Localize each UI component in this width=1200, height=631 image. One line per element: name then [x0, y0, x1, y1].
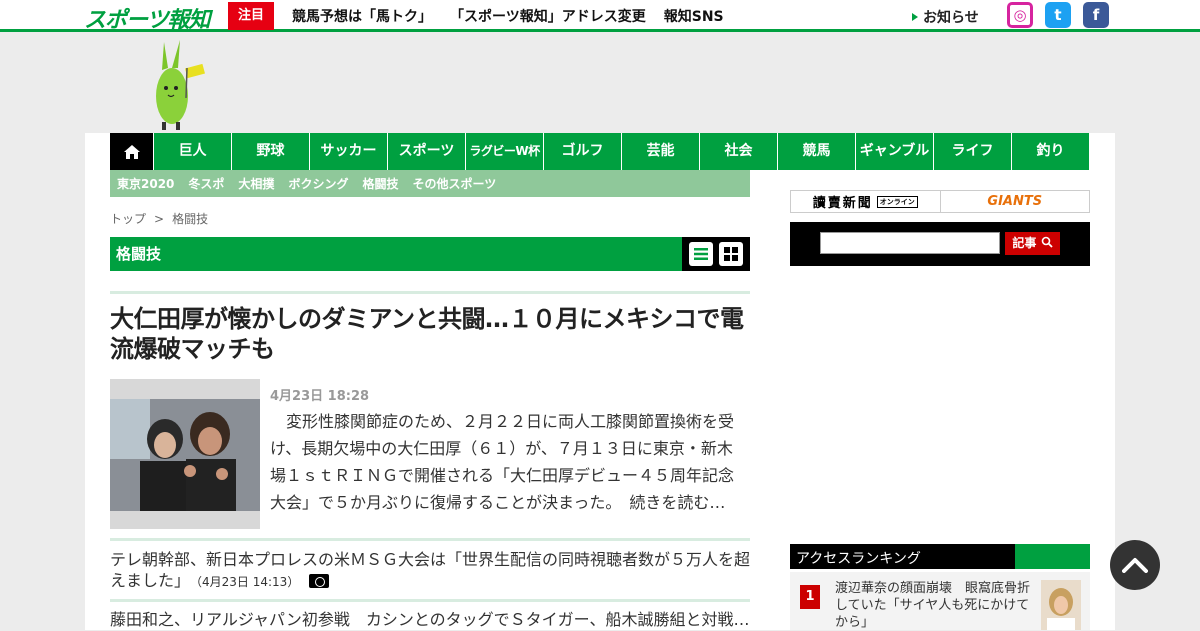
nav-item-entertainment[interactable]: 芸能 — [621, 133, 699, 170]
lead-article-summary: 変形性膝関節症のため、２月２２日に両人工膝関節置換術を受け、長期欠場中の大仁田厚… — [270, 408, 744, 516]
ranking-title: アクセスランキング — [796, 551, 921, 567]
divider — [110, 291, 750, 294]
nav-item-life[interactable]: ライフ — [933, 133, 1011, 170]
top-bar: スポーツ報知 注目 競馬予想は「馬トク」 「スポーツ報知」アドレス変更 報知SN… — [0, 0, 1200, 34]
home-icon — [123, 144, 140, 159]
divider — [110, 538, 750, 541]
nav-home[interactable] — [110, 133, 153, 170]
lead-article-date: 4月23日 18:28 — [270, 389, 370, 404]
category-title: 格闘技 — [116, 245, 162, 263]
nav-item-gamble[interactable]: ギャンブル — [855, 133, 933, 170]
top-links: 競馬予想は「馬トク」 「スポーツ報知」アドレス変更 報知SNS — [292, 6, 724, 26]
site-logo[interactable]: スポーツ報知 — [84, 2, 211, 34]
top-link-umatoku[interactable]: 競馬予想は「馬トク」 — [292, 6, 432, 26]
top-link-sns[interactable]: 報知SNS — [664, 6, 724, 26]
sub-nav-boxing[interactable]: ボクシング — [288, 175, 348, 192]
scroll-to-top-button[interactable] — [1110, 540, 1160, 590]
sub-nav-winter[interactable]: 冬スポ — [188, 175, 224, 192]
nav-item-horse-racing[interactable]: 競馬 — [777, 133, 855, 170]
nav-item-rugby[interactable]: ラグビーW杯 — [465, 133, 543, 170]
article-title[interactable]: 藤田和之、リアルジャパン初参戦 カシンとのタッグでＳタイガー、船木誠勝組と対戦… — [110, 610, 750, 629]
sub-nav-martial-arts[interactable]: 格闘技 — [362, 175, 398, 192]
article-time: （4月23日 14:13） — [196, 575, 300, 589]
triangle-right-icon — [912, 13, 918, 21]
grid-icon — [724, 247, 739, 261]
sub-nav-tokyo2020[interactable]: 東京2020 — [117, 175, 174, 192]
mascot-illustration — [156, 40, 205, 130]
online-tag: オンライン — [876, 195, 918, 208]
grid-view-button[interactable] — [719, 242, 744, 266]
nav-item-sports[interactable]: スポーツ — [387, 133, 465, 170]
ranking-item-thumbnail[interactable] — [1041, 580, 1081, 630]
list-view-button[interactable] — [688, 242, 713, 266]
sub-nav-sumo[interactable]: 大相撲 — [238, 175, 274, 192]
giants-link[interactable]: GIANTS — [941, 191, 1090, 212]
breadcrumb-home[interactable]: トップ — [110, 212, 146, 226]
yomiuri-online-link[interactable]: 讀賣新聞 オンライン — [791, 191, 941, 212]
yomiuri-label: 讀賣新聞 — [812, 196, 873, 211]
ranking-tab[interactable] — [1015, 544, 1090, 569]
main-nav: 巨人 野球 サッカー スポーツ ラグビーW杯 ゴルフ 芸能 社会 競馬 ギャンブ… — [110, 133, 1089, 170]
ranking-header: アクセスランキング — [790, 544, 1090, 569]
category-header: 格闘技 — [110, 237, 750, 271]
facebook-icon[interactable]: f — [1083, 2, 1109, 28]
sub-nav: 東京2020 冬スポ 大相撲 ボクシング 格闘技 その他スポーツ — [110, 170, 750, 197]
search-button-label: 記事 — [1012, 236, 1037, 250]
partner-banner: 讀賣新聞 オンライン GIANTS — [790, 190, 1090, 213]
thumbnail-image — [1041, 580, 1081, 630]
lead-article-title[interactable]: 大仁田厚が懐かしのダミアンと共闘…１０月にメキシコで電流爆破マッチも — [110, 304, 750, 364]
sub-nav-other[interactable]: その他スポーツ — [412, 175, 496, 192]
divider — [110, 599, 750, 602]
nav-item-fishing[interactable]: 釣り — [1011, 133, 1089, 170]
instagram-icon[interactable]: ◎ — [1007, 2, 1033, 28]
featured-badge: 注目 — [228, 2, 274, 30]
top-link-address-change[interactable]: 「スポーツ報知」アドレス変更 — [450, 6, 646, 26]
rank-number: 1 — [800, 585, 820, 609]
search-input[interactable] — [820, 232, 1000, 254]
nav-item-soccer[interactable]: サッカー — [309, 133, 387, 170]
read-more-link[interactable]: 続きを読む… — [629, 493, 725, 512]
notice-label: お知らせ — [923, 10, 979, 26]
ranking-item[interactable]: 1 渡辺華奈の顔面崩壊 眼窩底骨折していた「サイヤ人も死にかけてから」 — [790, 572, 1090, 630]
article-item[interactable]: 藤田和之、リアルジャパン初参戦 カシンとのタッグでＳタイガー、船木誠勝組と対戦… — [110, 609, 750, 630]
breadcrumb-separator: > — [154, 212, 165, 226]
notice-link[interactable]: お知らせ — [912, 7, 979, 27]
search-box: 記事 — [790, 222, 1090, 266]
article-item[interactable]: テレ朝幹部、新日本プロレスの米ＭＳＧ大会は「世界生配信の同時視聴者数が５万人を超… — [110, 549, 750, 593]
nav-item-society[interactable]: 社会 — [699, 133, 777, 170]
nav-item-baseball[interactable]: 野球 — [231, 133, 309, 170]
camera-icon — [309, 574, 330, 588]
nav-item-giants[interactable]: 巨人 — [153, 133, 231, 170]
nav-item-golf[interactable]: ゴルフ — [543, 133, 621, 170]
search-icon — [1041, 236, 1053, 248]
ranking-item-title[interactable]: 渡辺華奈の顔面崩壊 眼窩底骨折していた「サイヤ人も死にかけてから」 — [835, 580, 1035, 631]
search-button[interactable]: 記事 — [1005, 232, 1060, 255]
lead-article-photo[interactable] — [110, 379, 260, 529]
chevron-up-icon — [1122, 558, 1148, 573]
breadcrumb: トップ > 格闘技 — [110, 210, 208, 227]
view-toggle — [682, 237, 750, 271]
list-icon — [693, 248, 708, 260]
breadcrumb-current: 格闘技 — [172, 212, 209, 226]
twitter-icon[interactable]: t — [1045, 2, 1071, 28]
photo-image — [110, 379, 260, 529]
